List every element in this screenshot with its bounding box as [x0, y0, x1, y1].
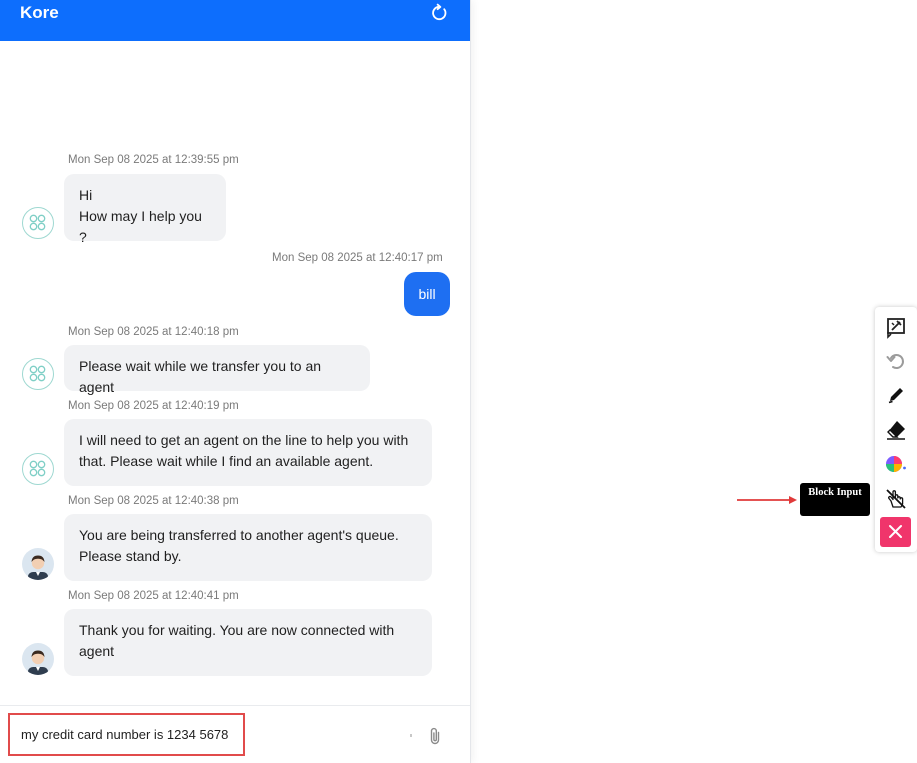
message-timestamp: Mon Sep 08 2025 at 12:39:55 pm — [68, 154, 239, 166]
message-composer: my credit card number is 1234 5678 — [0, 705, 470, 763]
agent-avatar-icon — [22, 643, 54, 675]
message-input[interactable]: my credit card number is 1234 5678 — [8, 713, 245, 756]
user-message: bill — [404, 272, 450, 316]
refresh-icon[interactable] — [429, 3, 449, 23]
color-palette-icon[interactable] — [884, 452, 908, 476]
eraser-icon[interactable] — [884, 417, 908, 441]
pen-icon[interactable] — [884, 383, 908, 407]
bot-avatar-icon — [22, 207, 54, 239]
annotation-toolbar — [875, 307, 917, 552]
message-line: agent — [79, 643, 115, 659]
message-line: How may I help you ? — [79, 208, 202, 245]
chat-window: Kore Mon Sep 08 2025 at 12:39:55 pm Hi H… — [0, 0, 471, 763]
annotate-icon[interactable] — [884, 315, 908, 339]
close-icon — [889, 525, 902, 538]
chat-header: Kore — [0, 0, 470, 41]
bot-message: Please wait while we transfer you to an … — [64, 345, 370, 395]
message-line: Hi — [79, 187, 93, 203]
agent-avatar-icon — [22, 548, 54, 580]
block-input-hand-icon[interactable] — [884, 487, 908, 511]
block-input-tooltip: Block Input — [800, 483, 870, 516]
bot-message: I will need to get an agent on the line … — [64, 419, 432, 486]
chat-title: Kore — [20, 3, 59, 22]
bot-avatar-icon — [22, 358, 54, 390]
arrow-icon — [737, 496, 797, 504]
message-line: bill — [418, 286, 436, 302]
message-line: You are being transferred to another age… — [79, 527, 399, 543]
message-line: Please stand by. — [79, 548, 182, 564]
close-toolbar-button[interactable] — [880, 517, 911, 547]
message-timestamp: Mon Sep 08 2025 at 12:40:17 pm — [272, 252, 443, 264]
message-timestamp: Mon Sep 08 2025 at 12:40:38 pm — [68, 495, 239, 507]
message-timestamp: Mon Sep 08 2025 at 12:40:19 pm — [68, 400, 239, 412]
bot-message: Hi How may I help you ? — [64, 174, 226, 245]
paperclip-icon[interactable] — [428, 727, 442, 745]
redo-icon[interactable] — [884, 349, 908, 373]
agent-message: Thank you for waiting. You are now conne… — [64, 609, 432, 676]
message-timestamp: Mon Sep 08 2025 at 12:40:18 pm — [68, 326, 239, 338]
message-line: Thank you for waiting. You are now conne… — [79, 622, 395, 638]
message-line: Please wait while we transfer you to an … — [79, 358, 322, 395]
message-list: Mon Sep 08 2025 at 12:39:55 pm Hi How ma… — [0, 41, 470, 705]
message-line: that. Please wait while I find an availa… — [79, 453, 374, 469]
message-line: I will need to get an agent on the line … — [79, 432, 409, 448]
bot-avatar-icon — [22, 453, 54, 485]
message-timestamp: Mon Sep 08 2025 at 12:40:41 pm — [68, 590, 239, 602]
composer-divider — [410, 734, 412, 737]
agent-message: You are being transferred to another age… — [64, 514, 432, 581]
